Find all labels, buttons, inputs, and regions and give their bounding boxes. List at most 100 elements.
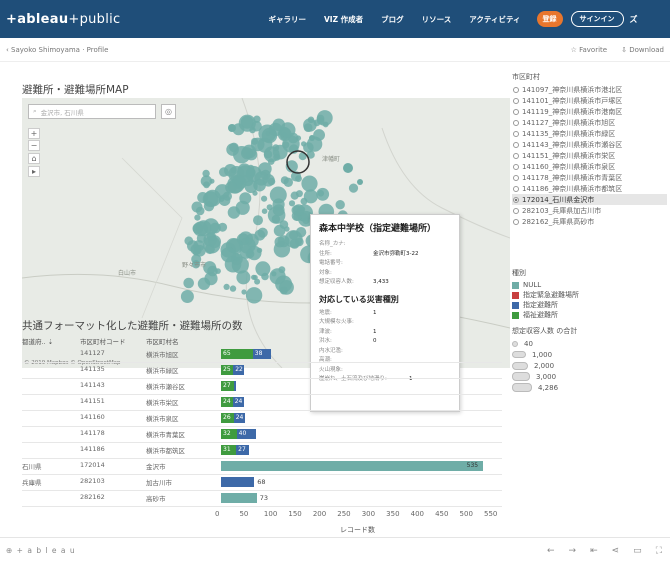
shelter-point[interactable] (226, 143, 239, 156)
municipality-option[interactable]: 172014_石川県金沢市 (512, 194, 667, 205)
radio-icon[interactable] (513, 97, 519, 104)
shelter-point[interactable] (357, 179, 363, 185)
undo-icon[interactable]: ← (547, 546, 555, 556)
shelter-point[interactable] (254, 278, 261, 285)
shelter-point[interactable] (266, 204, 273, 211)
shelter-point[interactable] (236, 270, 251, 285)
fullscreen-icon[interactable]: ⛶ (656, 546, 662, 556)
zoom-out-button[interactable]: − (28, 140, 40, 151)
shelter-point[interactable] (317, 117, 325, 125)
radio-icon[interactable] (513, 196, 519, 203)
shelter-point[interactable] (220, 247, 236, 263)
shelter-point[interactable] (271, 271, 277, 277)
shelter-point[interactable] (239, 245, 253, 259)
signin-button[interactable]: サインイン (570, 11, 624, 27)
download-button[interactable]: ⇩ Download (621, 46, 664, 54)
shelter-point[interactable] (227, 206, 241, 219)
municipality-option[interactable]: 141143_神奈川県横浜市瀬谷区 (512, 139, 667, 150)
shelter-point[interactable] (242, 174, 254, 187)
shelter-point[interactable] (313, 129, 325, 141)
municipality-option[interactable]: 141178_神奈川県横浜市青葉区 (512, 172, 667, 183)
register-button[interactable]: 登録 (536, 11, 563, 27)
share-icon[interactable]: ⋖ (612, 546, 620, 556)
comment-icon[interactable]: ▭ (633, 546, 642, 556)
shelter-point[interactable] (257, 227, 268, 238)
col-header-code[interactable]: 市区町村コード (80, 336, 126, 346)
shelter-point[interactable] (267, 177, 276, 186)
shelter-point[interactable] (194, 245, 206, 257)
municipality-option[interactable]: 141097_神奈川県横浜市港北区 (512, 84, 667, 95)
shelter-point[interactable] (228, 124, 236, 132)
shelter-point[interactable] (191, 201, 203, 213)
revert-icon[interactable]: ⇤ (590, 546, 598, 556)
shelter-point[interactable] (303, 189, 318, 204)
shelter-point[interactable] (223, 283, 230, 290)
municipality-option[interactable]: 141101_神奈川県横浜市戸塚区 (512, 95, 667, 106)
shelter-point[interactable] (303, 123, 313, 132)
shelter-point[interactable] (241, 289, 247, 295)
shelter-point[interactable] (307, 116, 315, 124)
shelter-point[interactable] (269, 268, 286, 285)
shelter-point[interactable] (343, 163, 353, 173)
shelter-point[interactable] (284, 226, 290, 232)
nav-gallery[interactable]: ギャラリー (268, 14, 306, 25)
tableau-public-logo[interactable]: +ableau+public (6, 12, 120, 27)
shelter-point[interactable] (253, 178, 266, 192)
radio-icon[interactable] (513, 218, 519, 225)
shelter-point[interactable] (309, 135, 315, 141)
type-legend-item[interactable]: 指定緊急避難場所 (512, 290, 667, 300)
municipality-option[interactable]: 141135_神奈川県横浜市緑区 (512, 128, 667, 139)
tableau-footer-logo[interactable]: ⊕ + a b l e a u (6, 546, 76, 555)
nav-blog[interactable]: ブログ (381, 14, 404, 25)
radio-icon[interactable] (513, 163, 519, 170)
bar-segment[interactable] (221, 493, 257, 503)
shelter-point[interactable] (256, 247, 263, 254)
type-legend-item[interactable]: 福祉避難所 (512, 310, 667, 320)
shelter-point[interactable] (261, 195, 268, 202)
map-search-input[interactable]: ⌕ 金沢市, 石川県 (28, 104, 156, 119)
nav-viz-authors[interactable]: VIZ 作成者 (324, 14, 363, 25)
shelter-point[interactable] (348, 183, 359, 193)
nav-more[interactable]: ズ (630, 14, 638, 25)
expand-toolbar-icon[interactable]: ▸ (28, 166, 40, 177)
shelter-point[interactable] (225, 181, 237, 194)
nav-activity[interactable]: アクティビティ (469, 14, 520, 25)
radio-icon[interactable] (513, 86, 519, 93)
municipality-option[interactable]: 141151_神奈川県横浜市栄区 (512, 150, 667, 161)
radio-icon[interactable] (513, 141, 519, 148)
radio-icon[interactable] (513, 119, 519, 126)
shelter-point[interactable] (253, 215, 263, 226)
shelter-point[interactable] (288, 200, 296, 207)
shelter-point[interactable] (283, 177, 293, 187)
favorite-button[interactable]: ☆ Favorite (571, 46, 608, 54)
shelter-point[interactable] (279, 286, 288, 295)
shelter-point[interactable] (183, 277, 194, 289)
shelter-point[interactable] (272, 204, 285, 217)
shelter-point[interactable] (293, 204, 305, 216)
radio-icon[interactable] (513, 207, 519, 214)
bar-segment[interactable] (221, 461, 483, 471)
radio-icon[interactable] (513, 152, 519, 159)
municipality-option[interactable]: 282162_兵庫県高砂市 (512, 216, 667, 227)
shelter-point[interactable] (249, 126, 256, 134)
zoom-in-button[interactable]: + (28, 128, 40, 139)
map-search-button[interactable]: ◎ (161, 104, 176, 119)
radio-icon[interactable] (513, 130, 519, 137)
shelter-point[interactable] (204, 189, 222, 207)
shelter-point[interactable] (295, 190, 303, 198)
col-header-prefecture[interactable]: 都道府.. ⇣ (22, 336, 53, 346)
type-legend-item[interactable]: NULL (512, 280, 667, 290)
redo-icon[interactable]: → (569, 546, 577, 556)
municipality-filter-list[interactable]: 141097_神奈川県横浜市港北区 141101_神奈川県横浜市戸塚区 141119… (512, 84, 667, 262)
shelter-point[interactable] (204, 272, 218, 286)
municipality-option[interactable]: 282103_兵庫県加古川市 (512, 205, 667, 216)
type-legend-item[interactable]: 指定避難所 (512, 300, 667, 310)
municipality-option[interactable]: 141186_神奈川県横浜市都筑区 (512, 183, 667, 194)
shelter-point[interactable] (250, 137, 265, 152)
shelter-point[interactable] (280, 122, 296, 138)
shelter-point[interactable] (180, 290, 194, 303)
shelter-point[interactable] (219, 167, 229, 177)
shelter-point[interactable] (255, 261, 271, 277)
radio-icon[interactable] (513, 108, 519, 115)
shelter-point[interactable] (335, 200, 345, 210)
